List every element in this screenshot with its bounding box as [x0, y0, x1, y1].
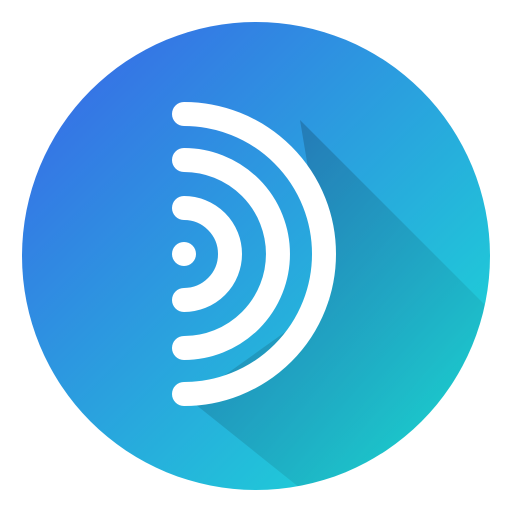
app-icon-svg	[22, 22, 490, 490]
signal-dot	[172, 242, 196, 266]
app-icon	[0, 0, 512, 512]
